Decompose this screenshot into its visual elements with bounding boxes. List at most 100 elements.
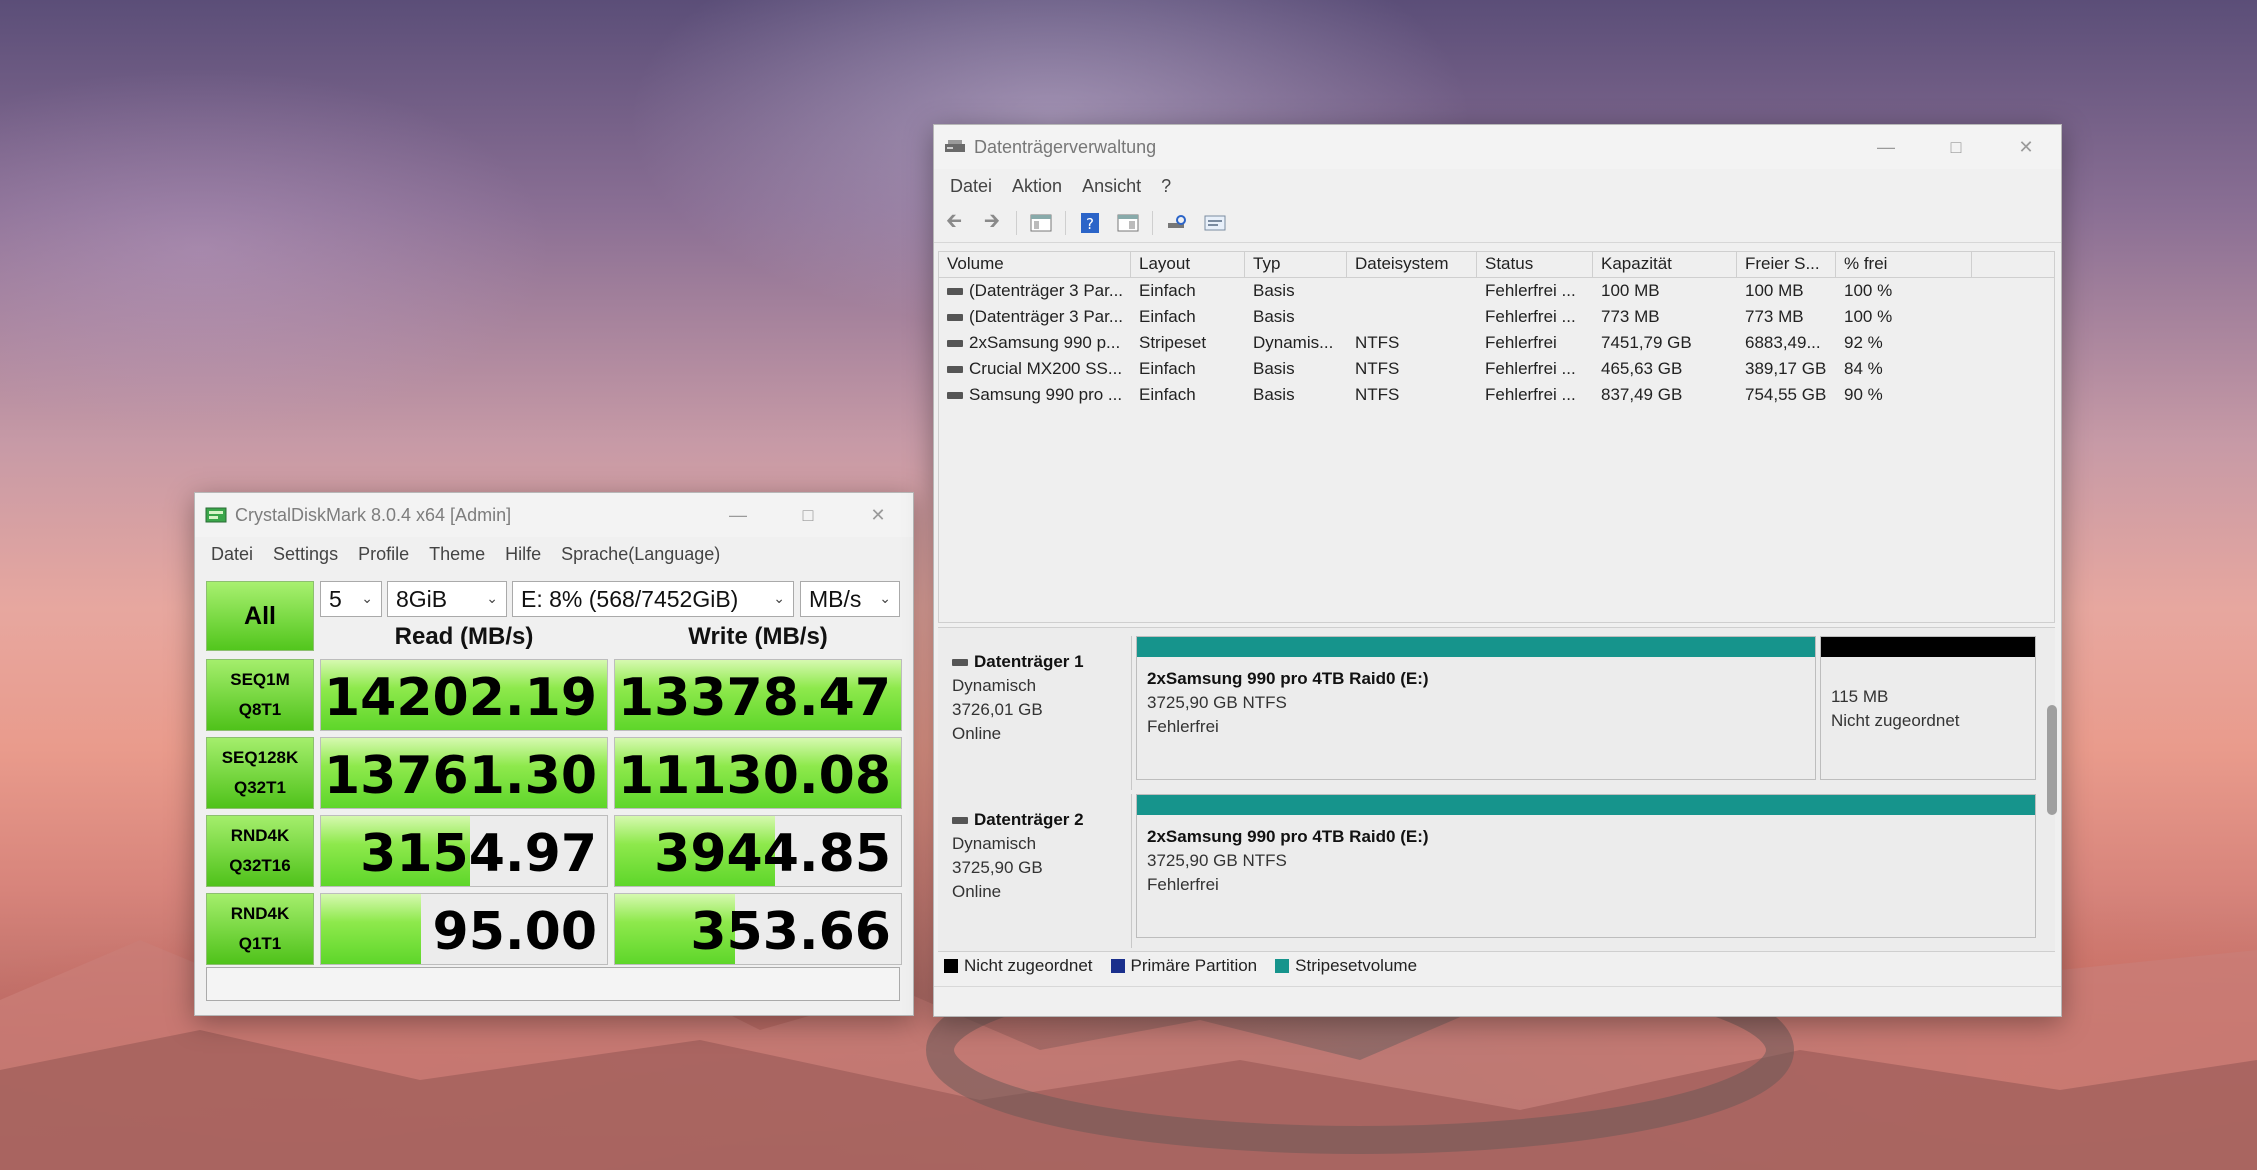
write-header: Write (MB/s) [688,623,828,650]
column-header-prozent-frei[interactable]: % frei [1836,252,1972,277]
status-cell: Fehlerfrei [1485,333,1557,352]
volume-name: Crucial MX200 SS... [969,359,1123,378]
close-button[interactable]: ✕ [843,493,913,537]
volume-icon [947,392,963,400]
table-row[interactable]: (Datenträger 3 Par... Einfach Basis Fehl… [939,304,2054,330]
column-header-dateisystem[interactable]: Dateisystem [1347,252,1477,277]
menu-hilfe[interactable]: Hilfe [495,544,551,565]
crystaldiskmark-window: CrystalDiskMark 8.0.4 x64 [Admin] — □ ✕ … [194,492,914,1016]
volume-name: 2xSamsung 990 p... [969,333,1121,352]
seq128k-q32t1-button[interactable]: SEQ128K Q32T1 [206,737,314,809]
filesystem-cell: NTFS [1355,333,1400,352]
free-space-cell: 389,17 GB [1745,359,1827,378]
disk-list-view-icon[interactable] [1201,210,1229,236]
write-score: 11130.08 [617,746,891,806]
row-label-line2: Q32T16 [229,856,291,875]
volume-icon [947,340,963,348]
table-row[interactable]: Crucial MX200 SS... Einfach Basis NTFS F… [939,356,2054,382]
show-hide-console-tree-icon[interactable] [1027,210,1055,236]
rnd4k-q1t1-button[interactable]: RND4K Q1T1 [206,893,314,965]
read-header: Read (MB/s) [394,623,534,650]
free-space-cell: 773 MB [1745,307,1804,326]
maximize-button[interactable]: □ [1921,125,1991,169]
disk-2-label[interactable]: Datenträger 2 Dynamisch 3725,90 GB Onlin… [938,794,1132,948]
all-button[interactable]: All [206,581,314,651]
disk-view-scrollbar[interactable] [2047,705,2057,815]
column-header-status[interactable]: Status [1477,252,1593,277]
comment-field[interactable] [206,967,900,1001]
rnd4k-q1t1-write-result: 353.66 [614,893,902,965]
forward-arrow-icon[interactable]: 🡲 [978,210,1006,236]
partition-name: 2xSamsung 990 pro 4TB Raid0 (E:) [1147,827,1429,846]
table-row[interactable]: Samsung 990 pro ... Einfach Basis NTFS F… [939,382,2054,408]
seq1m-write-result: 13378.47 [614,659,902,731]
dm-titlebar[interactable]: Datenträgerverwaltung — □ ✕ [934,125,2061,169]
menu-profile[interactable]: Profile [348,544,419,565]
capacity-cell: 465,63 GB [1601,359,1683,378]
help-icon[interactable]: ? [1076,210,1104,236]
partition-status: Fehlerfrei [1147,875,1219,894]
filesystem-cell: NTFS [1355,385,1400,404]
menu-help[interactable]: ? [1151,176,1181,197]
menu-aktion[interactable]: Aktion [1002,176,1072,197]
read-score: 14202.19 [323,668,597,728]
seq1m-q8t1-button[interactable]: SEQ1M Q8T1 [206,659,314,731]
column-header-typ[interactable]: Typ [1245,252,1347,277]
capacity-cell: 100 MB [1601,281,1660,300]
minimize-button[interactable]: — [703,493,773,537]
unallocated-swatch [944,958,958,973]
minimize-button[interactable]: — [1851,125,1921,169]
menu-theme[interactable]: Theme [419,544,495,565]
write-score: 3944.85 [654,824,891,884]
layout-cell: Einfach [1139,385,1196,404]
test-count-select[interactable]: 5 ⌄ [320,581,382,617]
volume-name-cell: 2xSamsung 990 p... [939,333,1131,353]
chevron-down-icon: ⌄ [773,590,785,606]
column-header-volume[interactable]: Volume [939,252,1131,277]
free-space-cell: 100 MB [1745,281,1804,300]
column-header-layout[interactable]: Layout [1131,252,1245,277]
test-size-select[interactable]: 8GiB ⌄ [387,581,507,617]
disk-2-stripeset-partition[interactable]: 2xSamsung 990 pro 4TB Raid0 (E:) 3725,90… [1136,794,2036,938]
partition-filesystem: 3725,90 GB NTFS [1147,851,1287,870]
column-header-kapazitaet[interactable]: Kapazität [1593,252,1737,277]
menu-language[interactable]: Sprache(Language) [551,544,730,565]
rescan-disks-icon[interactable] [1163,210,1191,236]
disk-management-window: Datenträgerverwaltung — □ ✕ Datei Aktion… [933,124,2062,1017]
seq1m-read-result: 14202.19 [320,659,608,731]
back-arrow-icon[interactable]: 🡰 [940,210,968,236]
menu-settings[interactable]: Settings [263,544,348,565]
disk-1-stripeset-partition[interactable]: 2xSamsung 990 pro 4TB Raid0 (E:) 3725,90… [1136,636,1816,780]
status-cell: Fehlerfrei ... [1485,359,1576,378]
menu-ansicht[interactable]: Ansicht [1072,176,1151,197]
test-size-value: 8GiB [396,585,448,612]
disk-1-unallocated-space[interactable]: 115 MB Nicht zugeordnet [1820,636,2036,780]
properties-icon[interactable] [1114,210,1142,236]
status-cell: Fehlerfrei ... [1485,281,1576,300]
partition-filesystem: 3725,90 GB NTFS [1147,693,1287,712]
row-label-line1: SEQ1M [230,670,290,689]
drive-select[interactable]: E: 8% (568/7452GiB) ⌄ [512,581,794,617]
cdm-titlebar[interactable]: CrystalDiskMark 8.0.4 x64 [Admin] — □ ✕ [195,493,913,537]
menu-datei[interactable]: Datei [201,544,263,565]
column-header-freier-speicher[interactable]: Freier S... [1737,252,1836,277]
row-label-line2: Q8T1 [238,700,282,719]
stripeset-color-bar [1137,637,1815,657]
capacity-cell: 773 MB [1601,307,1660,326]
rnd4k-q32t16-button[interactable]: RND4K Q32T16 [206,815,314,887]
status-bar [934,986,2061,1016]
stripeset-swatch [1275,958,1290,973]
table-row[interactable]: (Datenträger 3 Par... Einfach Basis Fehl… [939,278,2054,304]
table-row[interactable]: 2xSamsung 990 p... Stripeset Dynamis... … [939,330,2054,356]
disk-2-size: 3725,90 GB [952,858,1043,877]
rnd4k-q32t16-read-result: 3154.97 [320,815,608,887]
unit-select[interactable]: MB/s ⌄ [800,581,900,617]
percent-free-cell: 90 % [1844,385,1883,404]
disk-2-kind: Dynamisch [952,834,1037,853]
menu-datei[interactable]: Datei [940,176,1002,197]
type-cell: Dynamis... [1253,333,1334,352]
maximize-button[interactable]: □ [773,493,843,537]
disk-1-label[interactable]: Datenträger 1 Dynamisch 3726,01 GB Onlin… [938,636,1132,790]
layout-cell: Stripeset [1139,333,1207,352]
close-button[interactable]: ✕ [1991,125,2061,169]
